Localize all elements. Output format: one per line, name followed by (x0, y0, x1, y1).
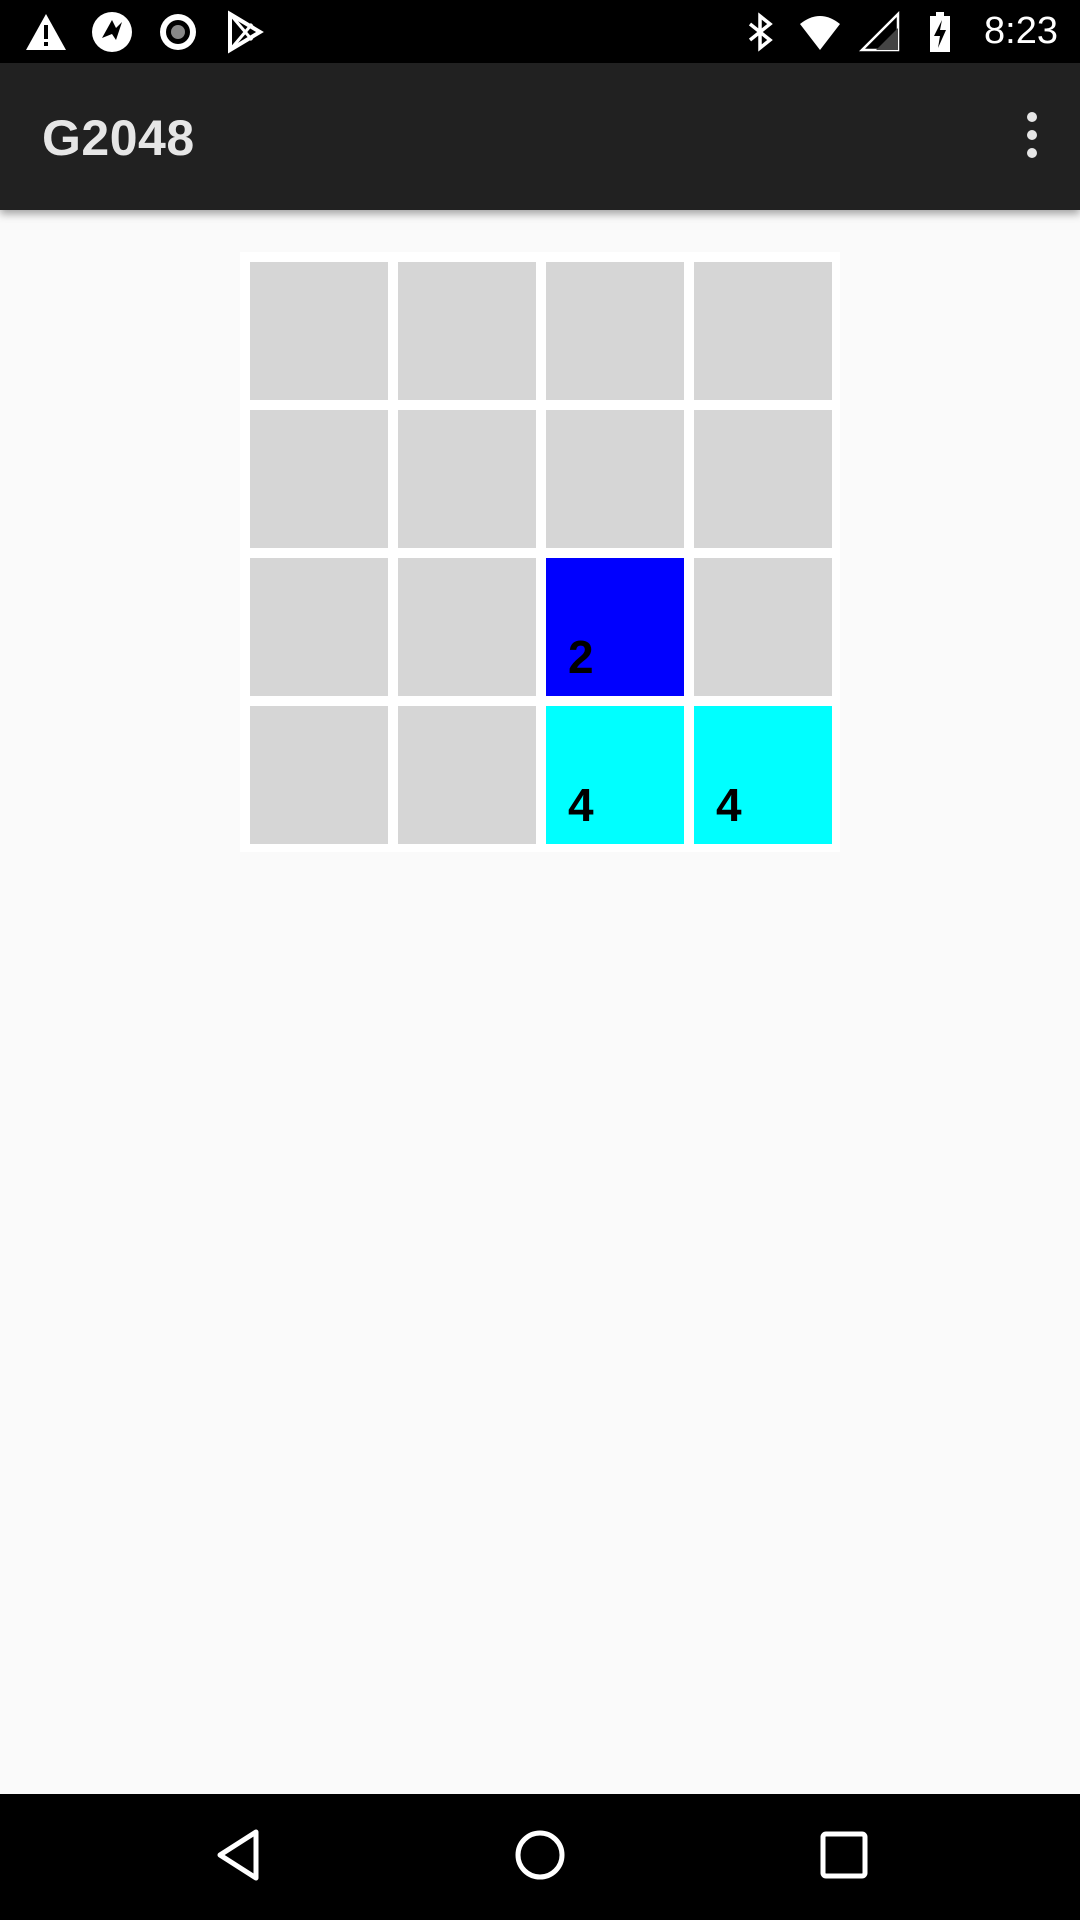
empty-tile (398, 262, 536, 400)
tile-4: 4 (546, 706, 684, 844)
empty-tile (694, 410, 832, 548)
overflow-menu-button[interactable] (1002, 101, 1062, 173)
battery-charging-icon (918, 10, 962, 54)
empty-tile (250, 410, 388, 548)
recents-icon (819, 1830, 869, 1885)
empty-tile (546, 262, 684, 400)
empty-tile (546, 410, 684, 548)
sync-icon (90, 10, 134, 54)
play-store-icon (222, 9, 266, 54)
warning-icon (24, 10, 68, 54)
tile-value: 4 (568, 779, 594, 831)
empty-tile (398, 410, 536, 548)
navigation-bar (0, 1794, 1080, 1920)
back-icon (214, 1828, 262, 1887)
empty-tile (250, 558, 388, 696)
record-icon (156, 10, 200, 54)
app-title: G2048 (42, 110, 195, 166)
status-clock: 8:23 (984, 10, 1058, 52)
game-board[interactable]: 2 4 4 (240, 252, 840, 852)
cell-signal-icon (858, 10, 902, 54)
more-vert-icon (1024, 111, 1040, 164)
recents-button[interactable] (804, 1824, 884, 1890)
back-button[interactable] (198, 1824, 278, 1890)
screen: 8:23 G2048 2 4 4 (0, 0, 1080, 1920)
empty-tile (250, 262, 388, 400)
tile-value: 4 (716, 779, 742, 831)
status-bar: 8:23 (0, 0, 1080, 63)
empty-tile (398, 558, 536, 696)
tile-4: 4 (694, 706, 832, 844)
empty-tile (694, 262, 832, 400)
home-button[interactable] (500, 1824, 580, 1890)
home-icon (513, 1828, 567, 1887)
empty-tile (398, 706, 536, 844)
status-left-icons (24, 8, 266, 55)
bluetooth-icon (738, 10, 782, 54)
empty-tile (694, 558, 832, 696)
empty-tile (250, 706, 388, 844)
wifi-icon (798, 10, 842, 54)
tile-value: 2 (568, 631, 594, 683)
tile-2: 2 (546, 558, 684, 696)
status-right-icons: 8:23 (738, 8, 1058, 55)
app-bar: G2048 (0, 63, 1080, 210)
